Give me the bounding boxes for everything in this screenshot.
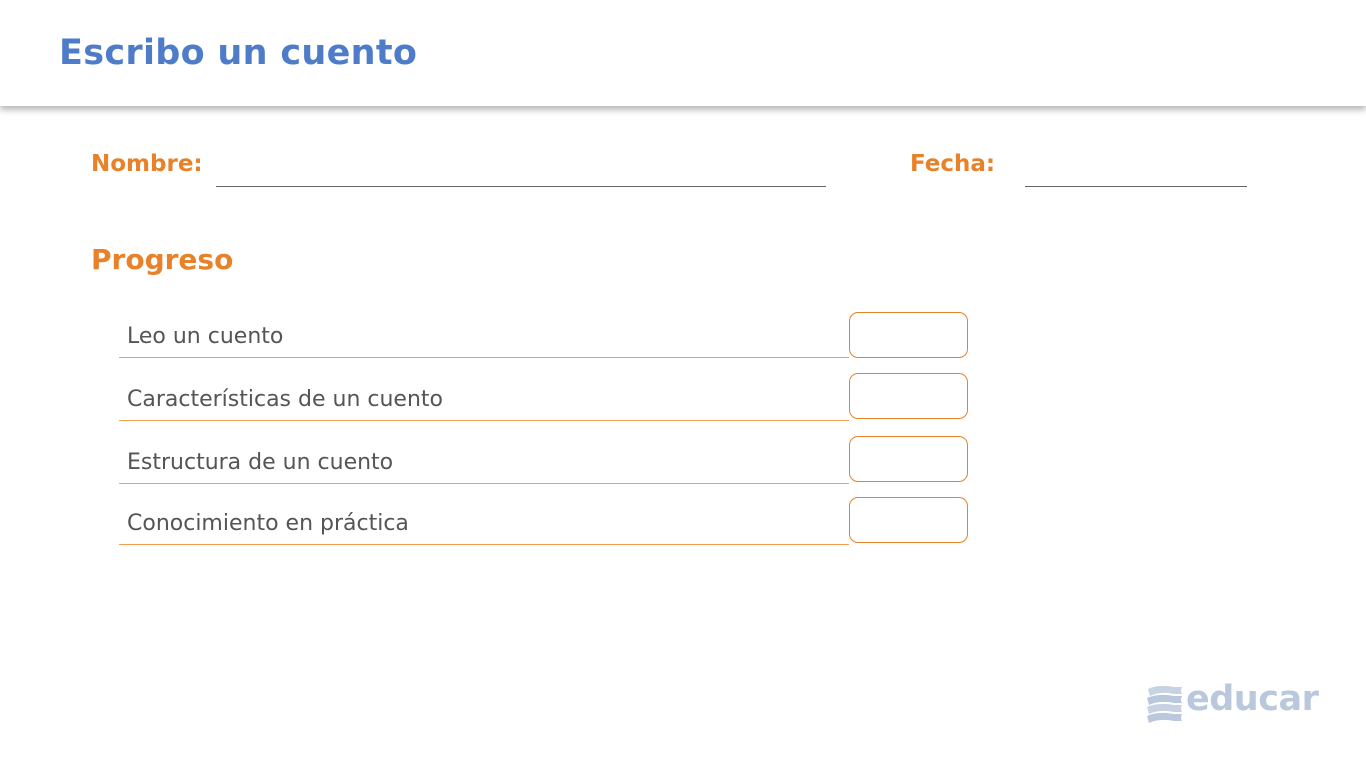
progress-item-story-features: Características de un cuento — [119, 374, 849, 421]
progress-checkbox-practice[interactable] — [849, 497, 968, 543]
progress-item-label: Leo un cuento — [127, 324, 284, 349]
progress-item-story-structure: Estructura de un cuento — [119, 437, 849, 484]
logo-text: educar — [1186, 679, 1319, 719]
progress-checkbox-story-structure[interactable] — [849, 436, 968, 482]
progress-checkbox-story-features[interactable] — [849, 373, 968, 419]
date-field[interactable] — [1025, 186, 1247, 187]
name-field[interactable] — [216, 186, 826, 187]
date-label: Fecha: — [910, 151, 996, 177]
progress-title: Progreso — [91, 243, 234, 276]
progress-item-practice: Conocimiento en práctica — [119, 498, 849, 545]
name-label: Nombre: — [91, 151, 203, 177]
stacked-books-icon — [1144, 683, 1186, 727]
progress-item-label: Características de un cuento — [127, 387, 443, 412]
header-bar: Escribo un cuento — [0, 0, 1366, 106]
page-title: Escribo un cuento — [59, 33, 418, 73]
progress-checkbox-read-story[interactable] — [849, 312, 968, 358]
educar-logo: educar — [1144, 679, 1319, 723]
progress-item-read-story: Leo un cuento — [119, 311, 849, 358]
progress-item-label: Conocimiento en práctica — [127, 511, 409, 536]
progress-item-label: Estructura de un cuento — [127, 450, 394, 475]
